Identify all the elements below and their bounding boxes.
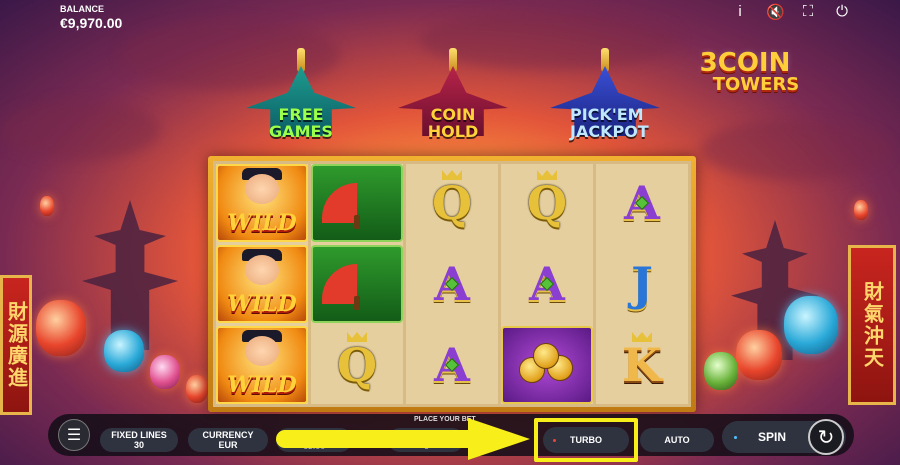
- a-symbol: A: [406, 326, 498, 404]
- tower-free-games: FREE GAMES: [246, 48, 356, 158]
- coin-icon: [533, 343, 559, 369]
- lantern: [704, 352, 738, 390]
- crown-icon: [442, 170, 462, 180]
- fan-symbol: [311, 164, 403, 242]
- k-letter: K: [622, 338, 662, 392]
- cloud: [0, 100, 160, 160]
- tower-coin-hold: COIN HOLD: [398, 48, 508, 158]
- pagoda-silhouette: [82, 200, 178, 350]
- game-logo: 3COIN TOWERS: [680, 50, 810, 94]
- top-toolbar: i 🔇 ⛶ ⏻: [732, 3, 850, 21]
- coin-symbol: [501, 326, 593, 404]
- lantern: [736, 330, 782, 380]
- menu-button[interactable]: ☰: [58, 419, 90, 451]
- reel-frame: WILD WILD WILD Q Q Q J K: [208, 156, 696, 412]
- balance-value: €9,970.00: [60, 15, 123, 31]
- spin-label: SPIN: [758, 430, 787, 444]
- lantern: [150, 355, 180, 389]
- lantern: [854, 200, 868, 220]
- coins-icon: [517, 341, 577, 389]
- crown-icon: [632, 332, 652, 342]
- reel-2: Q: [311, 164, 403, 404]
- tower-label-line1: PICK'EM: [570, 105, 644, 124]
- balance-display: BALANCE €9,970.00: [60, 4, 122, 31]
- lantern: [36, 300, 86, 356]
- a-symbol: A: [501, 245, 593, 323]
- wild-symbol: WILD: [216, 326, 308, 404]
- k-symbol: K: [596, 326, 688, 404]
- a-symbol: A: [596, 164, 688, 242]
- balance-label: BALANCE: [60, 4, 104, 14]
- currency-display: CURRENCY EUR: [188, 428, 268, 452]
- face-icon: [245, 174, 279, 204]
- q-letter: Q: [526, 176, 568, 230]
- tower-label-line1: FREE: [278, 105, 324, 124]
- pointer-arrow-shaft: [276, 430, 472, 448]
- logo-line1: 3COIN: [699, 48, 791, 78]
- fixed-lines-label: FIXED LINES: [111, 430, 167, 440]
- reel-1: WILD WILD WILD: [216, 164, 308, 404]
- wild-label: WILD: [227, 291, 297, 317]
- currency-label: CURRENCY: [202, 430, 254, 440]
- j-letter: J: [631, 257, 653, 311]
- lantern: [784, 296, 838, 354]
- banner-left: 財源廣進: [0, 275, 32, 415]
- q-symbol: Q: [406, 164, 498, 242]
- tower-label: FREE GAMES: [266, 106, 336, 140]
- wild-label: WILD: [227, 210, 297, 236]
- reel-4: Q A: [501, 164, 593, 404]
- q-symbol: Q: [311, 326, 403, 404]
- spin-circle-button[interactable]: ↻: [808, 419, 844, 455]
- j-symbol: J: [596, 245, 688, 323]
- fan-icon: [322, 183, 392, 229]
- wild-label: WILD: [227, 372, 297, 398]
- tower-label: COIN HOLD: [418, 106, 488, 140]
- info-icon[interactable]: i: [732, 3, 748, 21]
- q-symbol: Q: [501, 164, 593, 242]
- tower-label-line2: GAMES: [269, 122, 333, 141]
- fixed-lines-display: FIXED LINES 30: [100, 428, 178, 452]
- reel-grid: WILD WILD WILD Q Q Q J K: [213, 161, 691, 407]
- power-icon[interactable]: ⏻: [834, 3, 850, 21]
- highlight-box: [534, 418, 638, 462]
- tower-pickem-jackpot: PICK'EM JACKPOT: [550, 48, 660, 158]
- wild-symbol: WILD: [216, 164, 308, 242]
- logo-line2: TOWERS: [712, 74, 800, 95]
- a-symbol: A: [406, 245, 498, 323]
- lantern: [104, 330, 144, 372]
- crown-icon: [537, 170, 557, 180]
- lantern: [186, 375, 208, 403]
- fan-symbol: [311, 245, 403, 323]
- tower-label-line2: HOLD: [427, 122, 479, 141]
- spin-indicator-dot: [734, 435, 737, 439]
- fixed-lines-value: 30: [133, 440, 144, 450]
- tower-label-line1: COIN: [430, 105, 476, 124]
- sound-off-icon[interactable]: 🔇: [766, 3, 785, 21]
- reel-5: A J K: [596, 164, 688, 404]
- lantern: [40, 196, 54, 216]
- reel-3: Q A A: [406, 164, 498, 404]
- crown-icon: [347, 332, 367, 342]
- face-icon: [245, 255, 279, 285]
- q-letter: Q: [336, 338, 378, 392]
- banner-right: 財氣沖天: [848, 245, 896, 405]
- tower-label: PICK'EM JACKPOT: [570, 105, 649, 141]
- currency-value: EUR: [218, 440, 238, 450]
- place-bet-label: PLACE YOUR BET: [414, 416, 476, 423]
- tower-label-line2: JACKPOT: [570, 122, 649, 141]
- fullscreen-icon[interactable]: ⛶: [800, 3, 816, 21]
- fan-icon: [322, 264, 392, 310]
- wild-symbol: WILD: [216, 245, 308, 323]
- face-icon: [245, 336, 279, 366]
- q-letter: Q: [431, 176, 473, 230]
- cloud: [700, 120, 890, 180]
- auto-button[interactable]: AUTO: [640, 428, 714, 452]
